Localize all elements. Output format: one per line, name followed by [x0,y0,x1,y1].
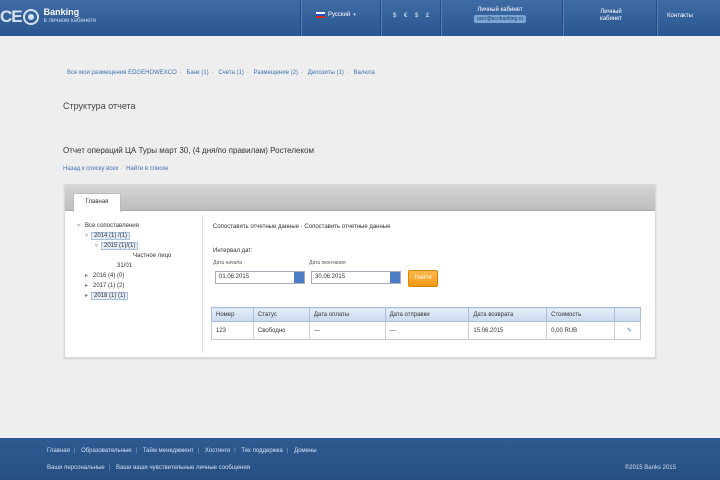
breadcrumb-item[interactable]: Валюта [353,70,374,76]
date-from-label: Дата начала [213,260,242,266]
tree-node[interactable]: ▸ 2017 (1) (2) [77,281,202,291]
tree-node[interactable]: ▿ 2014 (1) /(1) [77,231,202,241]
footer-link[interactable]: Ваши персональные [47,465,105,471]
top-header: CE Banking в личном кабинете Русский ▾ $… [0,0,720,36]
logo-title: Banking [43,7,80,17]
language-label: Русский [328,12,351,18]
contacts-link[interactable]: Контакты [667,13,693,19]
tab-bar: Главная [65,185,655,212]
footer-nav: Главная | Образовательные | Тайм менеджмен… [47,448,317,454]
tree-node[interactable]: 31/01 [77,261,202,271]
results-table: Номер Статус Дата оплаты Дата отправки Д… [211,307,641,340]
tree-node[interactable]: ▿ 2015 (1)/(1) [77,241,202,251]
copyright: ©2015 Banks 2015 [624,465,676,471]
table-cell: — [308,321,386,340]
table-row[interactable]: 123 Свободно — — 15.06.2015 0,00 RUB ✎ [211,321,641,340]
date-to-value: 30.06.2015 [315,274,346,280]
breadcrumb-item[interactable]: Размещение (2) [254,70,299,76]
table-header-row: Номер Статус Дата оплаты Дата отправки Д… [211,307,641,322]
table-cell: 0,00 RUB [546,321,616,340]
tree-node[interactable]: ▸ 2018 (1) (1) [77,291,202,301]
date-from-input[interactable]: 01.06.2015 [215,271,305,284]
account-email[interactable]: user@ecobanking.ru [473,15,527,23]
breadcrumb-item[interactable]: Все мои размещения EDGEHOWEXCO [67,70,177,76]
account-name: Личный кабинет [477,7,523,13]
column-header[interactable]: Дата оплаты [308,307,386,322]
edit-icon[interactable]: ✎ [614,321,641,340]
column-header[interactable]: Дата отправки [384,307,470,322]
tree-node[interactable]: ▿ Все сопоставления [77,221,202,231]
report-panel: Главная ▿ Все сопоставления ▿ 2014 (1) /(1… [64,184,656,358]
personal-cabinet-menu[interactable]: Личный кабинет [578,9,644,23]
header-divider [656,0,657,36]
logo-globe-icon [22,9,39,25]
logo-subtitle: в личном кабинете [43,18,97,24]
summary-links[interactable]: Сопоставить отчетные данные · Сопоставит… [213,224,390,230]
header-divider [562,0,563,36]
tree-node[interactable]: Частное лицо [77,251,202,261]
logo-mark: CE [0,7,23,26]
footer-link[interactable]: Образовательные [81,448,131,454]
breadcrumb-item[interactable]: Счета (1) [218,70,244,76]
language-selector[interactable]: Русский ▾ [316,12,356,18]
personal-line-1: Личный [600,9,622,15]
table-cell: 123 [211,321,254,340]
column-header[interactable]: Дата возврата [468,307,548,322]
table-cell: — [384,321,470,340]
find-in-list-link[interactable]: Найти в списке [126,166,168,172]
table-cell: Свободно [252,321,310,340]
footer-link[interactable]: Тайм менеджмент [143,448,194,454]
column-header [614,307,641,322]
footer-link[interactable]: Ваши ваши чувствительные личные сообщени… [116,465,250,471]
back-to-list-link[interactable]: Назад к списку всех [63,166,118,172]
currency-rates[interactable]: $ € $ £ [393,13,432,19]
personal-line-2: кабинет [599,16,623,22]
account-menu[interactable]: Личный кабинет user@ecobanking.ru [449,6,551,23]
tab-main[interactable]: Главная [73,193,121,212]
breadcrumb-item[interactable]: Депозиты (1) [308,70,344,76]
column-header[interactable]: Статус [252,307,310,322]
tree-node[interactable]: ▸ 2016 (4) (0) [77,271,202,281]
report-links: Назад к списку всех · Найти в списке [63,166,169,172]
header-divider [300,0,301,36]
header-divider [380,0,381,36]
russia-flag-icon [316,12,325,18]
footer-link[interactable]: Домены [294,448,317,454]
tree-view: ▿ Все сопоставления ▿ 2014 (1) /(1) ▿ 2015 … [77,221,202,301]
footer-link[interactable]: Главная [47,448,70,454]
page-title: Структура отчета [63,101,136,111]
footer-link[interactable]: Тех поддержка [241,448,282,454]
panel-divider [202,215,203,353]
column-header[interactable]: Стоимость [546,307,616,322]
footer: Главная | Образовательные | Тайм менеджмен… [0,438,720,480]
footer-link[interactable]: Хостинги [205,448,230,454]
column-header[interactable]: Номер [211,307,254,322]
footer-secondary: Ваши персональные | Ваши ваши чувствитель… [47,465,250,471]
calendar-icon[interactable] [390,272,400,283]
breadcrumb-item[interactable]: Банк (1) [186,70,208,76]
breadcrumb: Все мои размещения EDGEHOWEXCO · Банк (1)… [67,70,375,76]
logo[interactable]: CE Banking в личном кабинете [0,4,96,30]
calendar-icon[interactable] [294,272,304,283]
report-title: Отчет операций ЦА Туры март 30, (4 дня/п… [63,146,314,155]
chevron-down-icon: ▾ [353,12,356,18]
find-button[interactable]: Найти [408,270,438,287]
header-divider [440,0,441,36]
date-to-input[interactable]: 30.06.2015 [311,271,401,284]
table-cell: 15.06.2015 [468,321,548,340]
date-from-value: 01.06.2015 [219,274,250,280]
date-to-label: Дата окончания [309,260,346,266]
period-label: Интервал дат: [213,248,253,254]
